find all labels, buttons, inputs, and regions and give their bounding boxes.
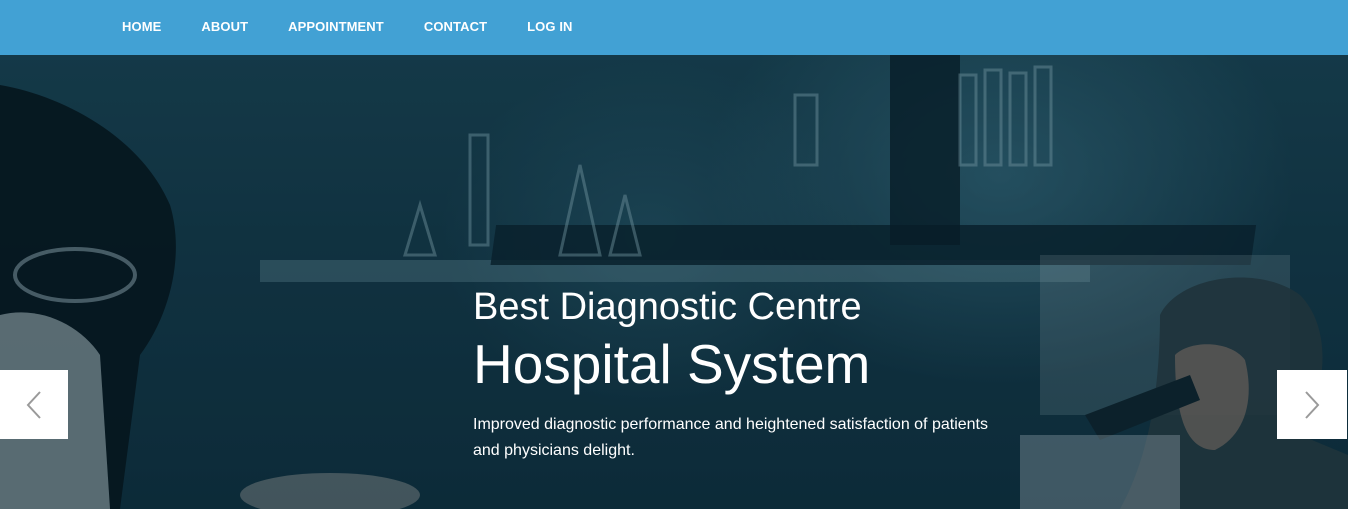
navbar: HOME ABOUT APPOINTMENT CONTACT LOG IN <box>0 0 1348 55</box>
hero-description: Improved diagnostic performance and heig… <box>473 416 988 459</box>
nav-item-contact[interactable]: CONTACT <box>424 19 487 34</box>
hero-carousel: Best Diagnostic Centre Hospital System I… <box>0 55 1348 509</box>
hero-title: Hospital System <box>473 333 871 395</box>
nav-item-login[interactable]: LOG IN <box>527 19 572 34</box>
nav-item-about[interactable]: ABOUT <box>201 19 248 34</box>
chevron-right-icon <box>1305 390 1320 419</box>
nav-item-appointment[interactable]: APPOINTMENT <box>288 19 384 34</box>
hero-subtitle: Best Diagnostic Centre <box>473 286 862 328</box>
nav-menu: HOME ABOUT APPOINTMENT CONTACT LOG IN <box>122 0 613 52</box>
chevron-left-icon <box>26 390 41 419</box>
carousel-caption: Best Diagnostic Centre Hospital System I… <box>473 285 1033 464</box>
carousel-next-button[interactable] <box>1277 370 1347 439</box>
carousel-prev-button[interactable] <box>0 370 68 439</box>
nav-item-home[interactable]: HOME <box>122 19 161 34</box>
